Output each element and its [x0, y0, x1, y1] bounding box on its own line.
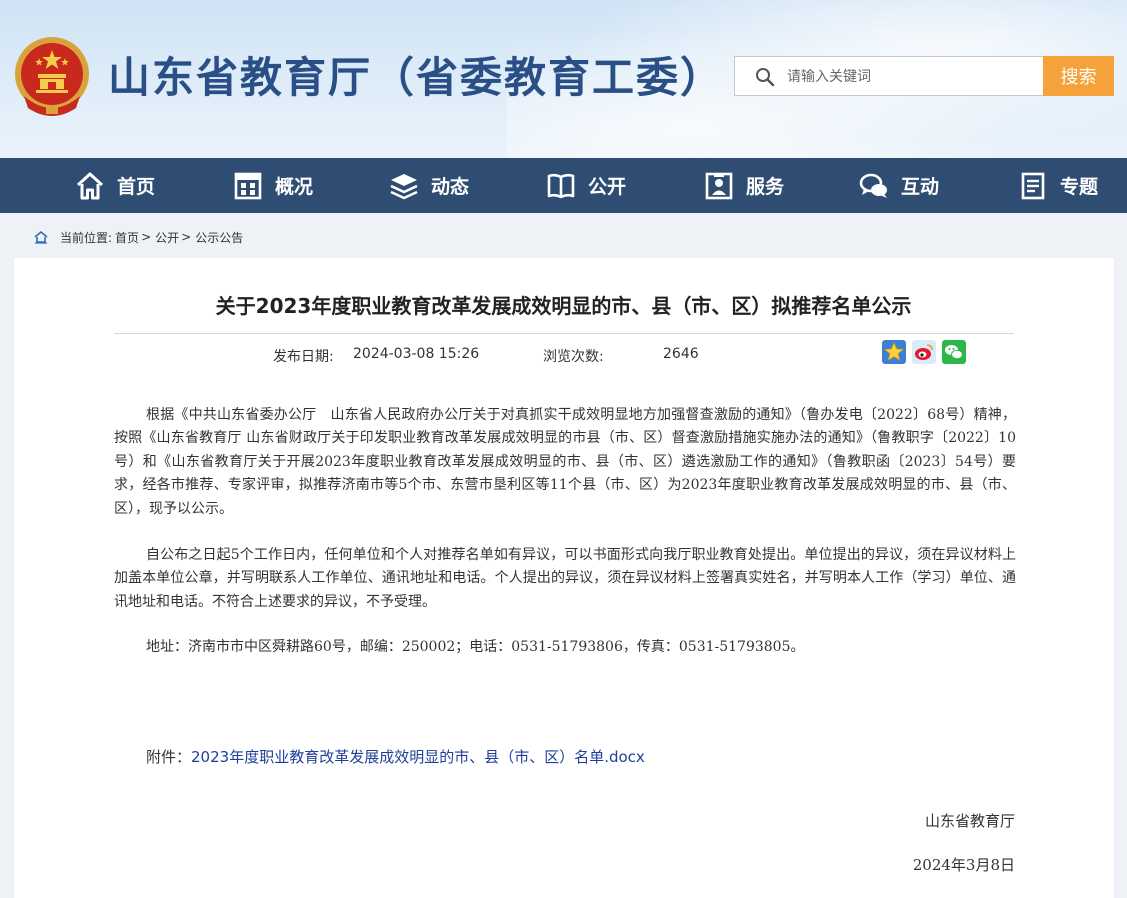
main-navigation: 首页 概况 动态 公开 服务 互动 专题 — [0, 158, 1127, 213]
nav-item-topics[interactable]: 专题 — [1018, 158, 1098, 213]
nav-item-home[interactable]: 首页 — [75, 158, 155, 213]
nav-item-label: 首页 — [117, 176, 156, 198]
nav-item-interact[interactable]: 互动 — [859, 158, 939, 213]
nav-item-overview[interactable]: 概况 — [233, 158, 313, 213]
attachment-label: 附件： — [146, 748, 192, 766]
chat-icon — [859, 173, 887, 198]
attachment-link[interactable]: 2023年度职业教育改革发展成效明显的市、县（市、区）名单.docx — [191, 748, 645, 766]
nav-item-label: 专题 — [1060, 176, 1099, 198]
nav-item-label: 公开 — [588, 176, 627, 198]
wechat-icon[interactable] — [942, 340, 966, 364]
nav-item-label: 动态 — [431, 176, 470, 198]
article-title: 关于2023年度职业教育改革发展成效明显的市、县（市、区）拟推荐名单公示 — [215, 294, 912, 318]
article-paragraph: 地址：济南市市中区舜耕路60号，邮编：250002；电话：0531-517938… — [146, 639, 805, 655]
layers-icon — [390, 173, 418, 199]
home-icon — [76, 172, 104, 199]
star-favorite-icon[interactable] — [882, 340, 906, 364]
attachment: 附件：2023年度职业教育改革发展成效明显的市、县（市、区）名单.docx — [146, 746, 645, 767]
nav-item-open[interactable]: 公开 — [546, 158, 626, 213]
site-header: 山东省教育厅（省委教育工委） 搜索 — [0, 0, 1127, 158]
article-paragraph: 根据《中共山东省委办公厅 山东省人民政府办公厅关于对真抓实干成效明显地方加强督查… — [114, 407, 1016, 517]
breadcrumb-separator: > — [141, 230, 152, 244]
views-label: 浏览次数: — [543, 349, 604, 365]
title-divider — [114, 333, 1014, 334]
signature-date: 2024年3月8日 — [912, 856, 1015, 874]
publish-date: 2024-03-08 15:26 — [353, 346, 480, 362]
building-icon — [234, 172, 262, 199]
breadcrumb-item-home[interactable]: 首页 — [115, 229, 139, 246]
views-count: 2646 — [663, 346, 699, 362]
search-button[interactable]: 搜索 — [1043, 56, 1114, 96]
document-icon — [1021, 172, 1045, 199]
nav-item-news[interactable]: 动态 — [389, 158, 469, 213]
service-icon — [705, 172, 733, 199]
nav-item-label: 概况 — [275, 176, 314, 198]
home-small-icon — [34, 230, 48, 244]
breadcrumb-separator: > — [181, 230, 192, 244]
breadcrumb: 当前位置: 首页 > 公开 > 公示公告 — [34, 228, 243, 246]
nav-item-label: 互动 — [901, 176, 940, 198]
search-input[interactable] — [785, 57, 1039, 97]
search-box — [734, 56, 1044, 97]
publish-date-label: 发布日期: — [273, 349, 334, 365]
national-emblem-icon[interactable] — [12, 34, 92, 118]
nav-item-service[interactable]: 服务 — [704, 158, 784, 213]
nav-item-label: 服务 — [746, 176, 785, 198]
weibo-icon[interactable] — [912, 340, 936, 364]
article-container: 关于2023年度职业教育改革发展成效明显的市、县（市、区）拟推荐名单公示 发布日… — [14, 258, 1114, 898]
signature-organization: 山东省教育厅 — [924, 812, 1015, 830]
breadcrumb-prefix: 当前位置: — [60, 230, 113, 245]
site-title: 山东省教育厅（省委教育工委） — [108, 53, 725, 102]
breadcrumb-item-open[interactable]: 公开 — [155, 229, 179, 246]
search-icon — [756, 68, 775, 87]
breadcrumb-item-announcements[interactable]: 公示公告 — [195, 229, 243, 246]
open-book-icon — [547, 173, 575, 198]
article-paragraph: 自公布之日起5个工作日内，任何单位和个人对推荐名单如有异议，可以书面形式向我厅职… — [114, 547, 1016, 610]
